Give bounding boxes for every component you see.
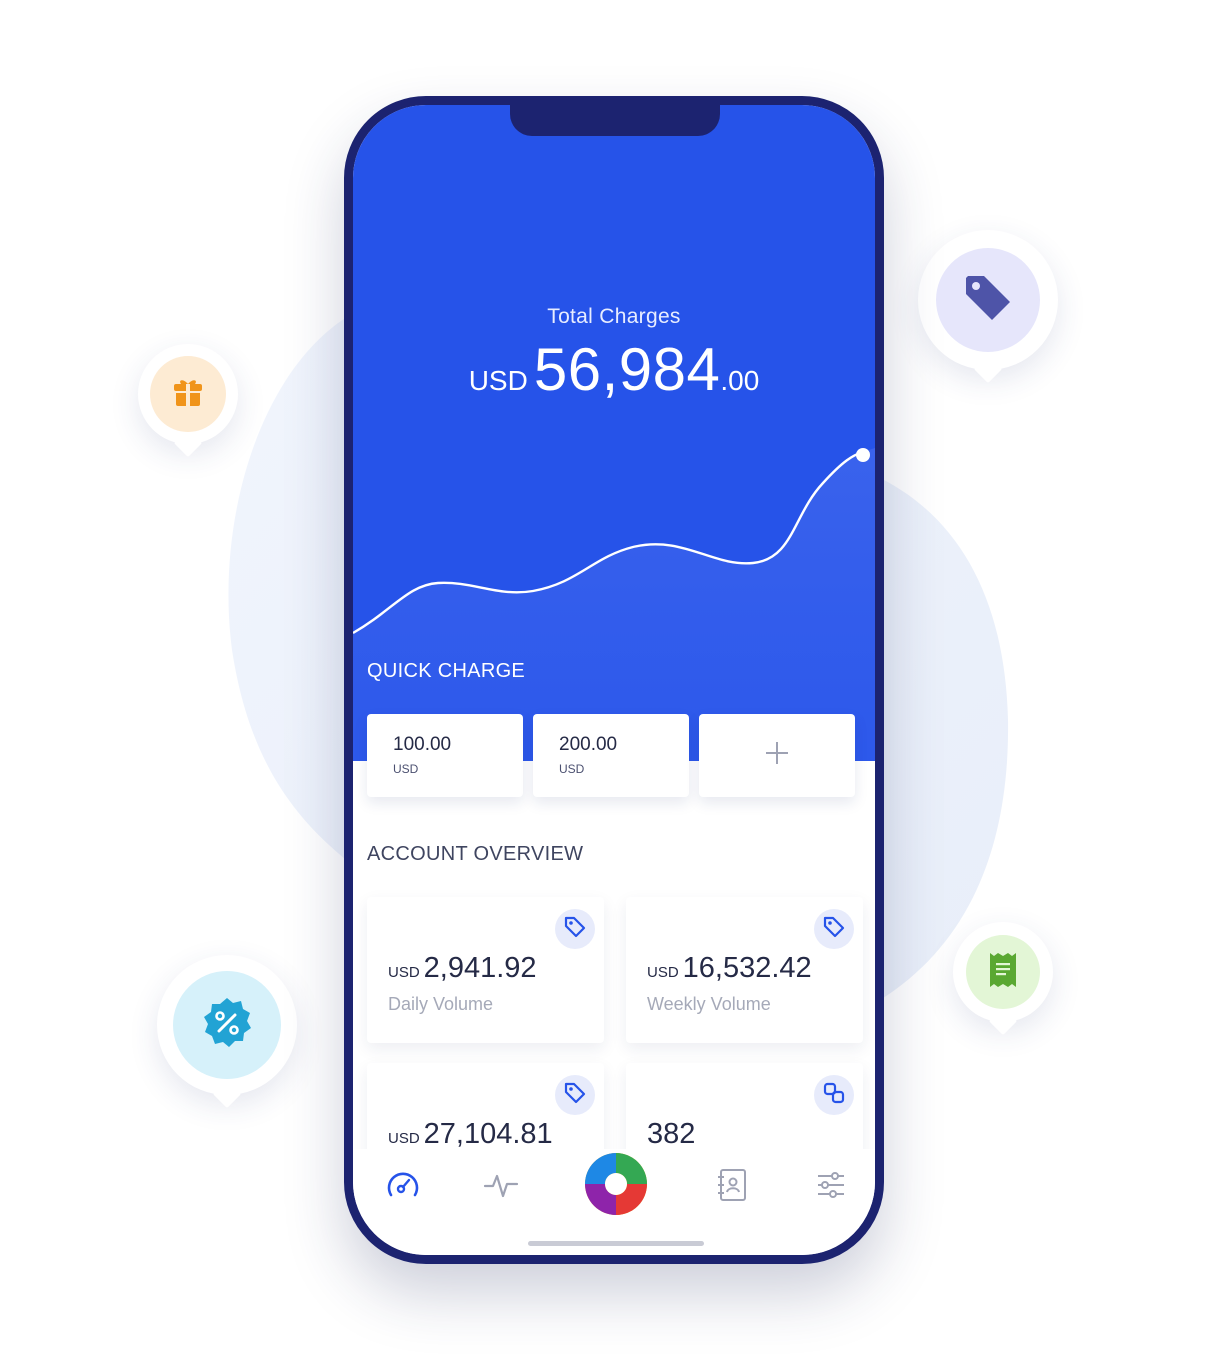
quick-charge-currency: USD xyxy=(559,762,585,776)
home-indicator xyxy=(528,1241,704,1246)
phone-frame: Total Charges USD 56,984.00 QUICK CHARGE … xyxy=(344,96,884,1264)
tag-bubble xyxy=(918,230,1058,370)
activity-icon xyxy=(483,1167,519,1208)
tab-contacts[interactable] xyxy=(710,1165,754,1209)
value-number: 27,104.81 xyxy=(423,1118,553,1150)
value-number: 16,532.42 xyxy=(682,952,812,984)
tab-home-logo[interactable] xyxy=(583,1151,649,1222)
weekly-volume-value: USD 16,532.42 xyxy=(647,952,812,985)
transactions-icon-button[interactable] xyxy=(814,1075,854,1115)
tab-settings[interactable] xyxy=(809,1165,853,1209)
link-icon xyxy=(823,1082,845,1109)
receipt-icon xyxy=(988,951,1018,994)
tag-icon xyxy=(564,916,586,943)
gift-icon xyxy=(171,375,205,414)
total-charges-label: Total Charges xyxy=(547,305,681,328)
monthly-volume-icon-button[interactable] xyxy=(555,1075,595,1115)
plus-icon xyxy=(764,740,790,771)
trend-end-point[interactable] xyxy=(856,448,870,462)
daily-volume-value: USD 2,941.92 xyxy=(388,952,537,985)
quick-charge-200-button[interactable]: 200.00 USD xyxy=(533,714,689,797)
contacts-icon xyxy=(715,1167,749,1208)
total-charges-amount: USD 56,984.00 xyxy=(353,335,875,404)
bottom-tab-bar xyxy=(353,1149,875,1255)
percent-bubble xyxy=(157,955,297,1095)
phone-notch xyxy=(510,105,720,136)
settings-sliders-icon xyxy=(814,1168,848,1207)
monthly-volume-value: USD 27,104.81 xyxy=(388,1118,553,1151)
total-amount-whole: 56,984 xyxy=(533,336,721,403)
total-amount-decimal: .00 xyxy=(720,365,760,396)
tag-icon xyxy=(963,273,1013,328)
percent-badge-icon xyxy=(199,995,255,1056)
quick-charge-add-button[interactable] xyxy=(699,714,855,797)
value-currency: USD xyxy=(647,964,679,981)
quick-charge-100-button[interactable]: 100.00 USD xyxy=(367,714,523,797)
quick-charge-amount: 200.00 xyxy=(559,734,618,755)
weekly-volume-label: Weekly Volume xyxy=(647,994,771,1014)
transactions-count-value: 382 xyxy=(647,1118,695,1151)
tab-activity[interactable] xyxy=(479,1165,523,1209)
gift-bubble xyxy=(138,344,238,444)
value-currency: USD xyxy=(388,1130,420,1147)
daily-volume-card[interactable]: USD 2,941.92 Daily Volume xyxy=(367,897,604,1043)
daily-volume-label: Daily Volume xyxy=(388,994,494,1014)
daily-volume-icon-button[interactable] xyxy=(555,909,595,949)
weekly-volume-icon-button[interactable] xyxy=(814,909,854,949)
account-overview-title: ACCOUNT OVERVIEW xyxy=(367,843,584,865)
weekly-volume-card[interactable]: USD 16,532.42 Weekly Volume xyxy=(626,897,863,1043)
hero-panel: Total Charges USD 56,984.00 QUICK CHARGE xyxy=(353,105,875,761)
app-logo xyxy=(583,1151,649,1222)
value-number: 382 xyxy=(647,1118,696,1150)
value-currency: USD xyxy=(388,964,420,981)
tag-icon xyxy=(564,1082,586,1109)
total-currency: USD xyxy=(468,365,528,396)
quick-charge-currency: USD xyxy=(393,762,419,776)
quick-charge-title: QUICK CHARGE xyxy=(367,660,526,682)
tab-dashboard[interactable] xyxy=(381,1165,425,1209)
tag-icon xyxy=(823,916,845,943)
value-number: 2,941.92 xyxy=(423,952,537,984)
receipt-bubble xyxy=(953,922,1053,1022)
quick-charge-amount: 100.00 xyxy=(393,734,452,755)
dashboard-icon xyxy=(384,1166,422,1209)
